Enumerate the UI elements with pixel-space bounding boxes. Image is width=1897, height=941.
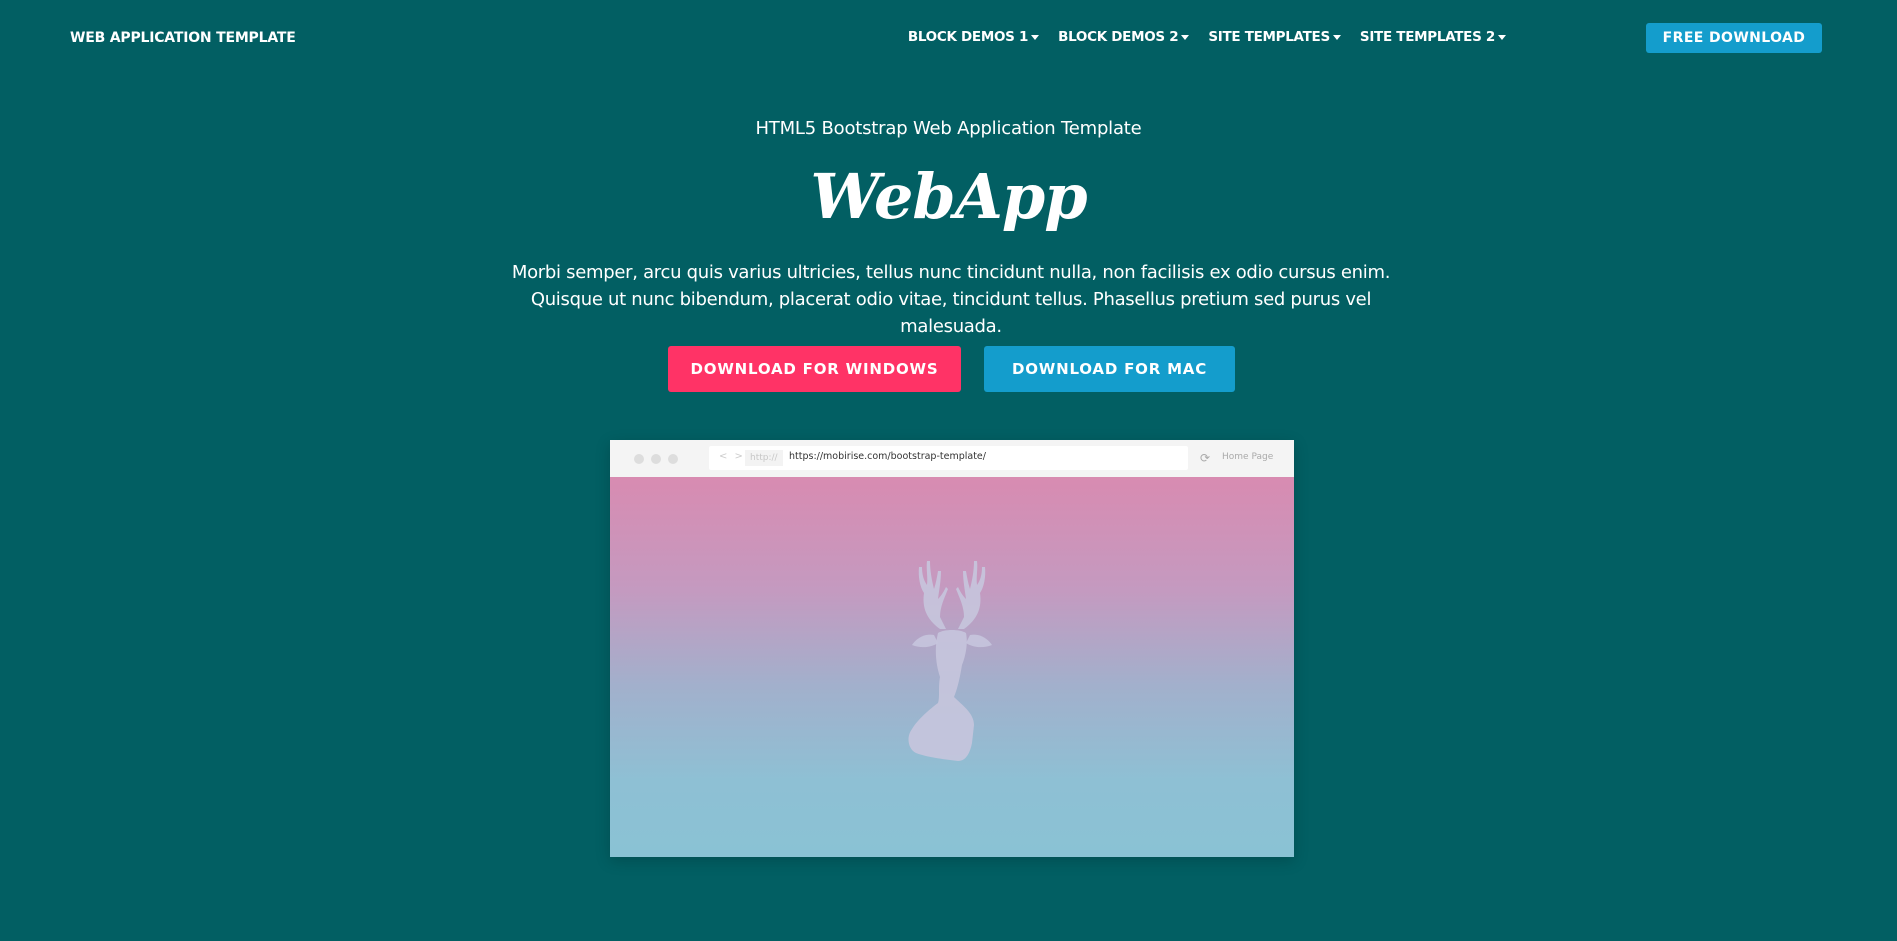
hero-subtitle: HTML5 Bootstrap Web Application Template [755, 118, 1142, 139]
window-dot-icon [634, 454, 644, 464]
caret-down-icon [1332, 34, 1341, 40]
caret-down-icon [1181, 34, 1190, 40]
nav-item-site-templates-2[interactable]: SITE TEMPLATES 2 [1360, 29, 1506, 45]
caret-down-icon [1498, 34, 1506, 40]
download-windows-button[interactable]: DOWNLOAD FOR WINDOWS [668, 346, 961, 392]
address-bar: < > http:// https://mobirise.com/bootstr… [709, 446, 1188, 470]
nav-item-label: SITE TEMPLATES 2 [1359, 29, 1495, 45]
navbar: WEB APPLICATION TEMPLATE BLOCK DEMOS 1 B… [0, 0, 1897, 78]
deer-head-icon [908, 561, 992, 761]
caret-down-icon [1031, 34, 1040, 40]
protocol-tag: http:// [745, 450, 783, 466]
back-forward-icon: < > [719, 451, 745, 462]
nav-item-label: SITE TEMPLATES [1208, 29, 1330, 45]
free-download-button[interactable]: FREE DOWNLOAD [1646, 23, 1822, 53]
nav-item-label: BLOCK DEMOS 1 [907, 29, 1029, 45]
brand-logo[interactable]: WEB APPLICATION TEMPLATE [70, 30, 296, 46]
browser-toolbar: < > http:// https://mobirise.com/bootstr… [610, 440, 1294, 477]
nav-item-site-templates[interactable]: SITE TEMPLATES [1208, 29, 1341, 45]
nav-item-block-demos-2[interactable]: BLOCK DEMOS 2 [1058, 29, 1190, 45]
browser-mockup: < > http:// https://mobirise.com/bootstr… [610, 440, 1294, 857]
mockup-screen [610, 477, 1294, 857]
hero-description: Morbi semper, arcu quis varius ultricies… [511, 262, 1391, 337]
download-mac-button[interactable]: DOWNLOAD FOR MAC [984, 346, 1235, 392]
url-text: https://mobirise.com/bootstrap-template/ [789, 451, 986, 462]
hero-title: WebApp [810, 160, 1087, 233]
home-page-link: Home Page [1222, 452, 1274, 462]
window-dot-icon [651, 454, 661, 464]
window-dot-icon [668, 454, 678, 464]
refresh-icon: ⟳ [1200, 451, 1211, 465]
nav-item-label: BLOCK DEMOS 2 [1058, 29, 1179, 45]
nav-menu: BLOCK DEMOS 1 BLOCK DEMOS 2 SITE TEMPLAT… [908, 29, 1506, 45]
nav-item-block-demos-1[interactable]: BLOCK DEMOS 1 [907, 29, 1040, 45]
